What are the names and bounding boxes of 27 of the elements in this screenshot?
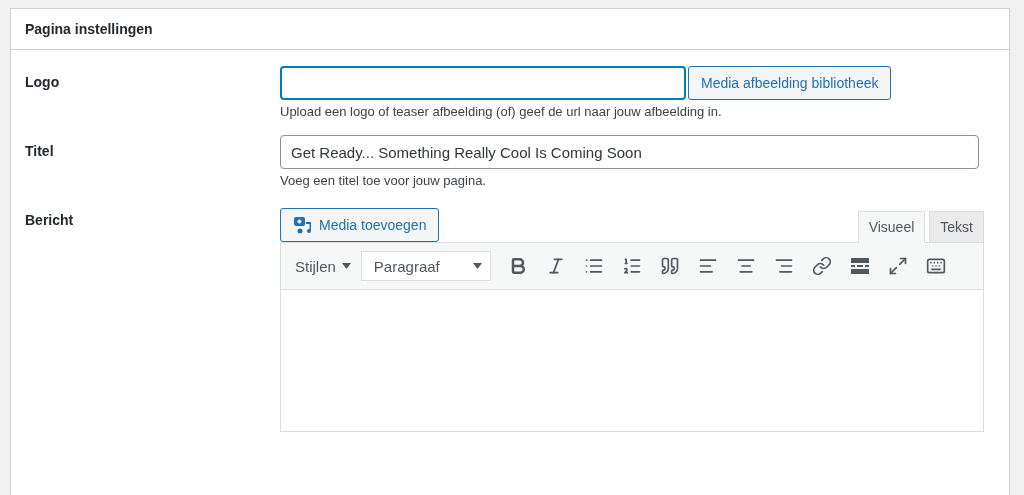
caret-icon [341,263,351,269]
format-select[interactable]: Paragraaf [360,251,491,281]
panel-title: Pagina instellingen [11,9,1009,50]
field-label: Bericht [25,211,75,230]
link-icon [811,256,832,276]
align-right-icon [773,256,794,276]
styles-dropdown[interactable]: Stijlen [289,257,357,275]
caret-icon [472,263,482,269]
field-hint: Voeg een titel toe voor jouw pagina. [280,173,487,188]
read-more-icon [849,256,870,276]
title-input[interactable]: Get Ready... Something Really Cool Is Coming Soon [280,135,979,169]
add-media-button[interactable]: Media toevoegen [280,208,440,242]
numbered-list-icon [621,256,642,276]
quote-icon [659,256,680,276]
field-hint: Upload een logo of teaser afbeelding (of) geef de url naar jouw afbeelding in. [280,104,723,119]
align-left-icon [697,256,718,276]
editor-tab[interactable]: Visueel [857,211,926,243]
fullscreen-icon [887,256,908,276]
bulleted-list-icon [583,256,604,276]
editor-tab[interactable]: Tekst [929,211,984,243]
field-label: Titel [25,142,55,161]
logo-input[interactable] [280,66,686,100]
align-center-icon [735,256,756,276]
field-label: Logo [25,73,61,92]
media-library-button[interactable]: Media afbeelding bibliotheek [688,66,892,100]
keyboard-icon [925,256,946,276]
media-icon [293,215,313,235]
